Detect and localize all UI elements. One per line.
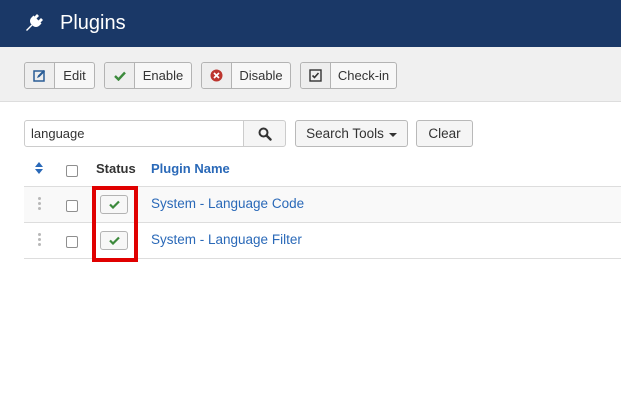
plug-icon	[26, 14, 43, 31]
edit-label: Edit	[63, 68, 86, 83]
search-button[interactable]	[243, 120, 286, 147]
status-column-header[interactable]: Status	[96, 161, 136, 177]
check-icon	[113, 71, 126, 81]
search-input[interactable]	[24, 120, 244, 147]
enable-label: Enable	[142, 68, 184, 83]
enable-button[interactable]: Enable	[104, 62, 192, 89]
edit-icon	[33, 70, 45, 82]
check-square-icon	[309, 69, 322, 82]
search-tools-button[interactable]: Search Tools	[295, 120, 408, 147]
sort-ordering-icon[interactable]	[35, 162, 43, 174]
row-checkbox[interactable]	[66, 236, 78, 248]
times-circle-icon	[210, 69, 223, 82]
plugin-name-column-header[interactable]: Plugin Name	[151, 161, 230, 177]
page-title: Plugins	[60, 12, 126, 34]
select-all-checkbox[interactable]	[66, 165, 78, 177]
edit-button[interactable]: Edit	[24, 62, 95, 89]
check-in-button[interactable]: Check-in	[300, 62, 397, 89]
status-highlight-box	[92, 186, 138, 262]
plugin-name-link[interactable]: System - Language Code	[151, 196, 304, 212]
clear-button[interactable]: Clear	[416, 120, 473, 147]
drag-handle-icon[interactable]	[38, 233, 41, 246]
disable-button[interactable]: Disable	[201, 62, 291, 89]
page-header: Plugins	[0, 0, 621, 47]
row-checkbox[interactable]	[66, 200, 78, 212]
check-in-label: Check-in	[337, 68, 390, 83]
drag-handle-icon[interactable]	[38, 197, 41, 210]
toolbar: Edit Enable Disable Check-in	[0, 47, 621, 102]
search-icon	[258, 127, 272, 141]
search-tools-label: Search Tools	[306, 126, 384, 141]
caret-down-icon	[388, 132, 397, 137]
plugin-name-link[interactable]: System - Language Filter	[151, 232, 302, 248]
disable-label: Disable	[239, 68, 283, 83]
